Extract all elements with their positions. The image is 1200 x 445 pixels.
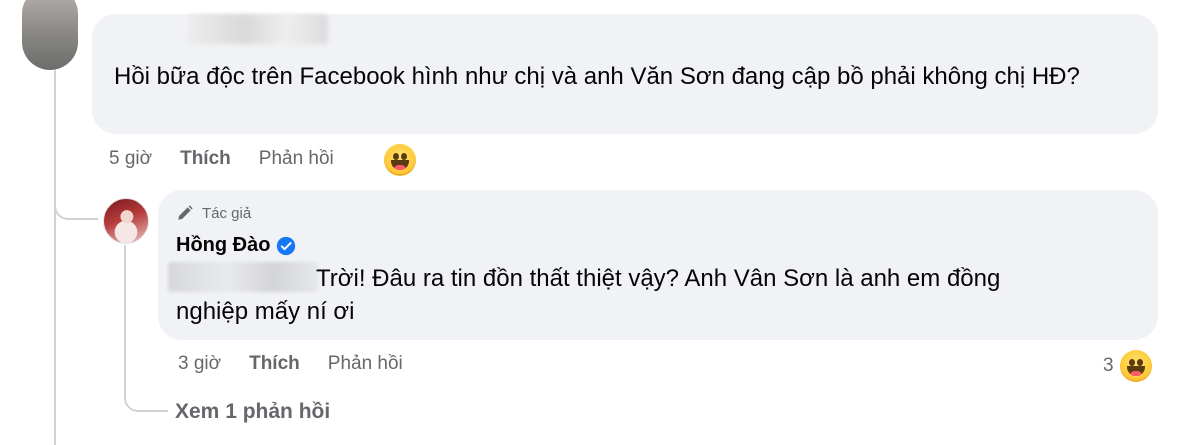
reply-thread-line (124, 245, 126, 380)
author-avatar[interactable] (103, 198, 149, 244)
reply-like-button[interactable]: Thích (249, 353, 300, 375)
like-button[interactable]: Thích (180, 148, 231, 170)
author-badge-label: Tác giả (202, 204, 252, 222)
comment-text: Hồi bữa độc trên Facebook hình như chị v… (114, 63, 1080, 90)
comment-timestamp[interactable]: 5 giờ (109, 148, 152, 170)
comment-actions: 5 giờ Thích Phản hồi (109, 148, 334, 170)
comment-bubble: Hồi bữa độc trên Facebook hình như chị v… (92, 14, 1158, 134)
reply-actions: 3 giờ Thích Phản hồi (178, 353, 403, 375)
reply-text-line-1: Trời! Đâu ra tin đồn thất thiệt vậy? Anh… (316, 265, 1001, 292)
commenter-name-blurred[interactable] (188, 14, 328, 44)
author-badge: Tác giả (176, 204, 251, 222)
commenter-avatar[interactable] (22, 0, 78, 70)
reply-reply-button[interactable]: Phản hồi (328, 353, 403, 375)
comment-thread: Hồi bữa độc trên Facebook hình như chị v… (0, 0, 1200, 445)
thread-line (54, 70, 56, 445)
author-name[interactable]: Hồng Đào (176, 234, 296, 257)
reply-text-line-2: nghiệp mấy ní ơi (176, 298, 355, 325)
grinning-face-emoji-icon[interactable] (384, 144, 416, 176)
reply-button[interactable]: Phản hồi (259, 148, 334, 170)
mention-blurred[interactable] (168, 262, 318, 292)
verified-badge-icon (277, 236, 296, 255)
reply-timestamp[interactable]: 3 giờ (178, 353, 221, 375)
pencil-icon (178, 205, 193, 220)
reaction-count[interactable]: 3 (1103, 355, 1114, 377)
grinning-face-emoji-icon[interactable] (1120, 350, 1152, 382)
view-replies-link[interactable]: Xem 1 phản hồi (175, 400, 330, 424)
reply-thread-connector (124, 378, 168, 412)
author-name-text[interactable]: Hồng Đào (176, 234, 270, 257)
thread-connector (54, 186, 98, 220)
reply-bubble: Tác giả Hồng Đào Trời! Đâu ra tin đồn th… (158, 190, 1158, 340)
